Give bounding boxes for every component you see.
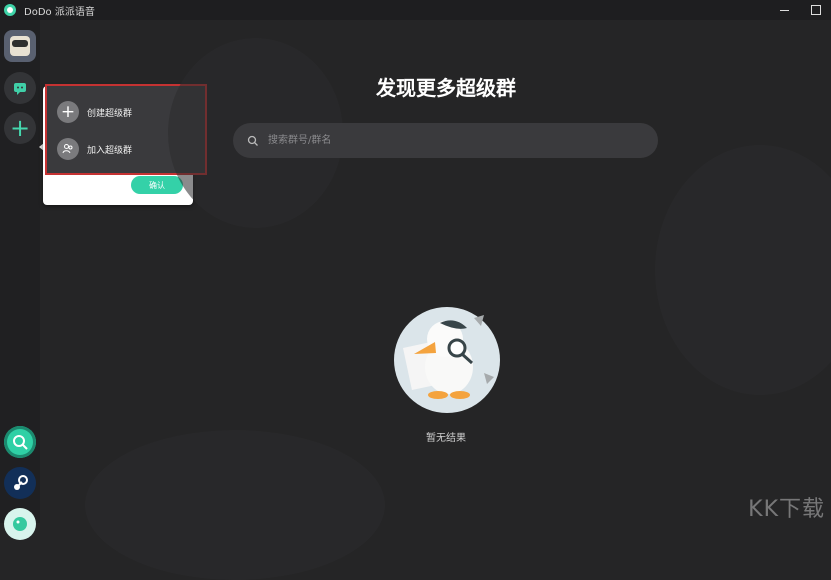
group-icon	[57, 138, 79, 160]
add-group-button[interactable]: +	[4, 112, 36, 144]
page-title: 发现更多超级群	[376, 76, 516, 100]
minimize-button[interactable]	[780, 9, 789, 11]
background-shape	[655, 145, 831, 395]
avatar-image	[10, 36, 30, 56]
create-super-group-item[interactable]: + 创建超级群	[57, 99, 132, 125]
discover-search-icon[interactable]	[4, 426, 36, 458]
window-title: DoDo 派派语音	[24, 6, 95, 18]
window-controls	[780, 0, 821, 20]
steam-group-icon[interactable]	[4, 467, 36, 499]
empty-result-text: 暂无结果	[426, 433, 466, 444]
group-search-box[interactable]	[233, 123, 658, 158]
confirm-button[interactable]: 确认	[131, 176, 183, 194]
title-bar: DoDo 派派语音	[0, 0, 831, 20]
empty-result-illustration	[394, 307, 500, 413]
join-super-group-item[interactable]: 加入超级群	[57, 136, 132, 162]
app-logo-icon	[4, 4, 16, 16]
bird-group-icon[interactable]	[4, 508, 36, 540]
background-shape	[85, 430, 385, 580]
watermark: KK下载	[748, 497, 825, 522]
maximize-button[interactable]	[811, 5, 821, 15]
server-sidebar: +	[0, 20, 44, 540]
chat-icon[interactable]	[4, 72, 36, 104]
plus-icon: +	[57, 101, 79, 123]
user-avatar[interactable]	[4, 30, 36, 62]
create-super-group-label: 创建超级群	[87, 108, 133, 119]
search-input[interactable]	[266, 134, 630, 147]
join-super-group-label: 加入超级群	[87, 145, 133, 156]
search-icon	[247, 135, 258, 146]
